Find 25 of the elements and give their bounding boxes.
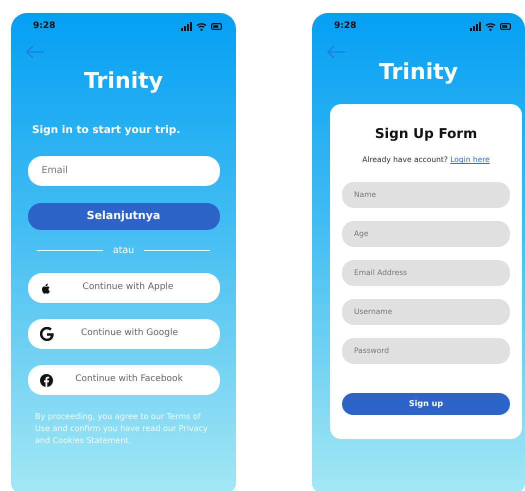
next-button[interactable]: Selanjutnya (28, 202, 220, 230)
app-title: Trinity (378, 62, 460, 84)
sign-up-button[interactable]: Sign up (342, 392, 510, 414)
facebook-icon (40, 374, 52, 386)
apple-icon (40, 282, 50, 294)
social-login-button[interactable]: Continue with Google (28, 319, 220, 349)
tagline: Sign in to start your trip. (32, 123, 182, 138)
wifi-icon (196, 22, 207, 31)
status-time: 9:28 (334, 20, 356, 33)
terms-text: By proceeding, you agree to our Terms of Use and confirm you have read our Privacy and Cookies Statement. (35, 411, 209, 447)
back-arrow-icon[interactable] (326, 45, 346, 59)
form-title: Sign Up Form (374, 125, 478, 144)
battery-icon (211, 23, 222, 30)
signal-icon (181, 22, 192, 31)
google-icon (40, 327, 54, 341)
email-field[interactable]: Email (28, 156, 220, 186)
signal-icon (470, 22, 481, 31)
status-time: 9:28 (33, 20, 56, 33)
wifi-icon (485, 22, 496, 31)
divider-label: atau (112, 244, 134, 258)
social-login-button[interactable]: Continue with Facebook (28, 365, 220, 395)
social-login-button[interactable]: Continue with Apple (28, 273, 220, 303)
app-title: Trinity (82, 71, 164, 93)
back-arrow-icon[interactable] (25, 45, 45, 59)
battery-icon (500, 23, 511, 30)
